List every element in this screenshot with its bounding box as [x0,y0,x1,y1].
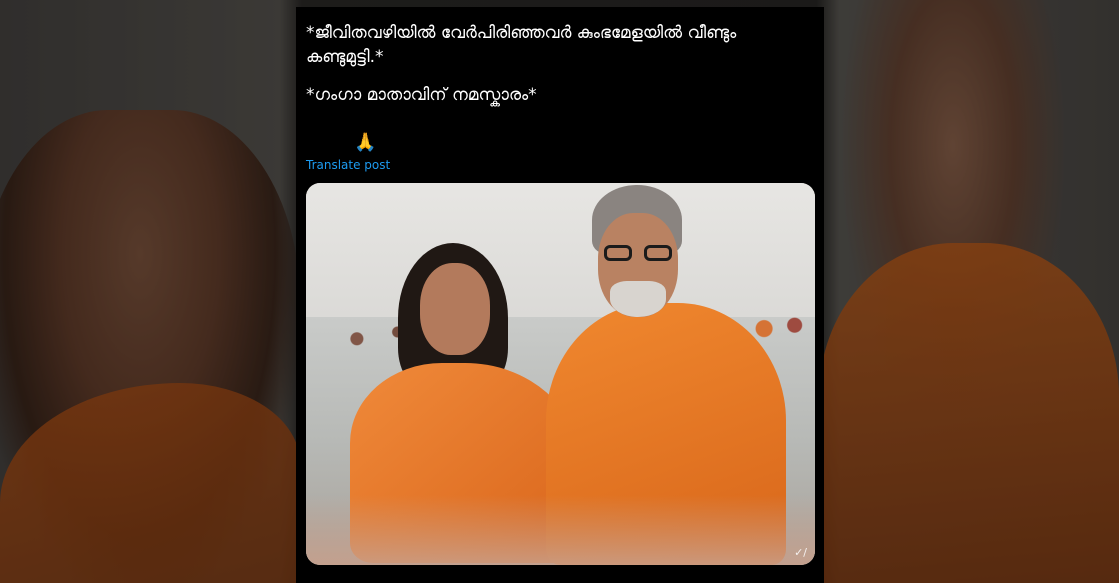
post-body: *ജീവിതവഴിയിൽ വേർപിരിഞ്ഞവർ കുംഭമേളയിൽ വീണ… [306,21,811,121]
photo-water-splash [306,495,815,565]
translate-post-link[interactable]: Translate post [306,158,390,172]
folded-hands-icon: 🙏 [354,132,377,153]
eyeglasses [604,245,674,261]
woman-face [420,263,490,355]
image-watermark: ✓/ [794,546,807,559]
post-text-line-1: *ജീവിതവഴിയിൽ വേർപിരിഞ്ഞവർ കുംഭമേളയിൽ വീണ… [306,23,737,67]
post-text-line-2: *ഗംഗാ മാതാവിന് നമസ്കാരം* [306,85,537,105]
post-image[interactable]: ✓/ [306,183,815,565]
post-card: *ജീവിതവഴിയിൽ വേർപിരിഞ്ഞവർ കുംഭമേളയിൽ വീണ… [296,7,824,583]
man-beard [610,281,666,317]
screenshot-stage: *ജീവിതവഴിയിൽ വേർപിരിഞ്ഞവർ കുംഭമേളയിൽ വീണ… [0,0,1119,583]
